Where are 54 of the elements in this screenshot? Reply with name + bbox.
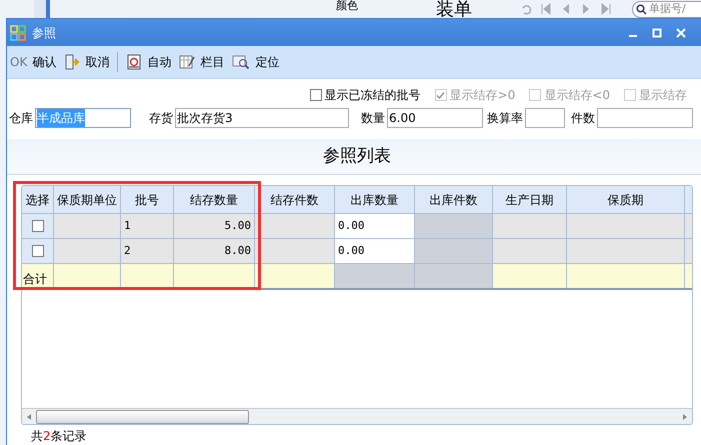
list-title: 参照列表	[323, 144, 391, 168]
window-title: 参照	[32, 24, 56, 42]
column-header[interactable]: 生产日期	[493, 186, 567, 213]
text-field[interactable]	[525, 108, 565, 128]
column-header[interactable]: 选择	[22, 186, 54, 213]
app-grid-icon	[10, 24, 26, 40]
field-label: 数量	[361, 110, 385, 127]
column-header[interactable]: 结存件数	[255, 186, 335, 213]
column-header[interactable]: 保质期	[567, 186, 685, 213]
field-label: 换算率	[487, 110, 523, 127]
toolbar-button[interactable]: 栏目	[179, 53, 224, 71]
column-header[interactable]: 保质期单位	[54, 186, 121, 213]
field-label: 件数	[571, 110, 595, 127]
table-cell: 1	[121, 214, 174, 238]
check-icon	[436, 90, 446, 100]
row-checkbox[interactable]	[32, 220, 44, 232]
form-title: 装单	[436, 0, 472, 20]
column-header[interactable]: 结存数量	[174, 186, 255, 213]
checkbox[interactable]	[310, 89, 322, 101]
first-page-icon[interactable]	[540, 3, 552, 15]
option-label: 显示结存>0	[450, 87, 516, 104]
option-label: 显示已冻结的批号	[324, 87, 421, 104]
column-header[interactable]: 出库件数	[415, 186, 493, 213]
field-label: 存货	[149, 110, 173, 127]
table-edit-icon	[179, 54, 196, 70]
maximize-icon[interactable]	[652, 28, 662, 38]
toolbar-button[interactable]: 取消	[64, 53, 110, 71]
last-page-icon[interactable]	[600, 3, 612, 15]
table-cell: 8.00	[174, 239, 255, 263]
total-label: 合计	[22, 264, 54, 288]
color-label: 颜色	[336, 0, 358, 12]
scrollbar-thumb[interactable]	[36, 410, 249, 424]
text-field[interactable]	[597, 108, 693, 128]
undo-icon[interactable]	[520, 3, 532, 15]
row-checkbox[interactable]	[32, 245, 44, 257]
search-field[interactable]: 单据号/	[632, 1, 701, 18]
close-icon[interactable]	[676, 28, 686, 38]
search-icon	[636, 4, 647, 15]
column-header[interactable]: 批号	[121, 186, 174, 213]
horizontal-scrollbar[interactable]	[22, 408, 692, 424]
toolbar-button[interactable]: 自动	[126, 53, 172, 71]
column-header[interactable]: 出库数量	[335, 186, 415, 213]
magnifier-table-icon	[232, 54, 250, 70]
text-field[interactable]: 6.00	[387, 108, 483, 128]
toolbar-button[interactable]: OK 确认	[10, 53, 56, 71]
toolbar-button[interactable]: 定位	[232, 53, 280, 71]
record-count-text: 共2条记录	[31, 429, 87, 443]
option-label: 显示结存<0	[544, 87, 610, 104]
exit-door-icon	[64, 54, 80, 70]
text-field[interactable]: 批次存货3	[175, 108, 349, 128]
table-cell: 2	[121, 239, 174, 263]
option-label: 显示结存	[639, 87, 687, 104]
field-label: 仓库	[9, 110, 33, 127]
table-cell: 5.00	[174, 214, 255, 238]
